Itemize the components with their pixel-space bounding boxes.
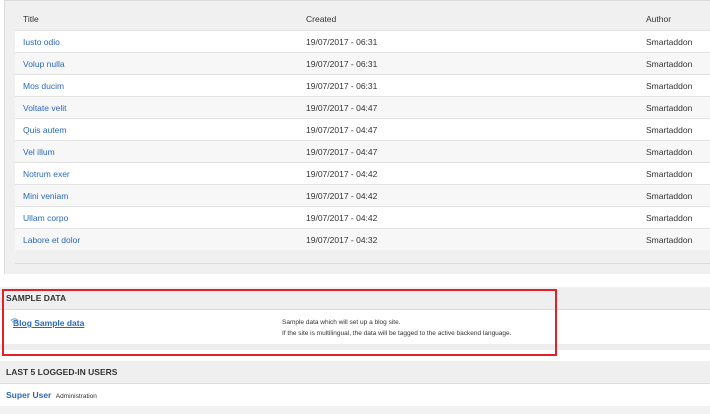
user-row: Super User Administration xyxy=(0,384,710,406)
article-title-cell: Labore et dolor xyxy=(15,228,298,250)
column-header-title: Title xyxy=(23,14,39,24)
article-created-cell: 19/07/2017 - 06:31 xyxy=(298,52,638,75)
article-author-cell: Smartaddon xyxy=(638,184,710,207)
table-row: Volup nulla 19/07/2017 - 06:31 Smartaddon xyxy=(15,52,710,75)
logged-in-users-module: LAST 5 LOGGED-IN USERS Super User Admini… xyxy=(0,361,710,415)
article-title-cell: Volup nulla xyxy=(15,52,298,75)
sample-data-heading: SAMPLE DATA xyxy=(0,287,710,310)
table-row: Ullam corpo 19/07/2017 - 04:42 Smartaddon xyxy=(15,206,710,229)
sample-data-desc-line2: If the site is multilingual, the data wi… xyxy=(282,330,512,337)
article-created-cell: 19/07/2017 - 04:42 xyxy=(298,206,638,229)
article-title-cell: Quis autem xyxy=(15,118,298,141)
blog-sample-data-label: Blog Sample data xyxy=(13,318,85,328)
article-title-link[interactable]: Voltate velit xyxy=(23,103,66,113)
table-header-row: Title Created Author xyxy=(15,8,710,31)
user-name-link[interactable]: Super User xyxy=(6,390,51,400)
article-title-link[interactable]: Vel illum xyxy=(23,147,55,157)
sample-data-desc-line1: Sample data which will set up a blog sit… xyxy=(282,319,401,326)
article-created-cell: 19/07/2017 - 04:42 xyxy=(298,162,638,185)
article-author-cell: Smartaddon xyxy=(638,206,710,229)
article-author-cell: Smartaddon xyxy=(638,228,710,250)
blog-sample-data-link[interactable]: Blog Sample data xyxy=(10,318,84,328)
article-author-cell: Smartaddon xyxy=(638,30,710,53)
sample-data-progress-bar xyxy=(0,344,710,350)
table-row: Vel illum 19/07/2017 - 04:47 Smartaddon xyxy=(15,140,710,163)
article-title-cell: Mini veniam xyxy=(15,184,298,207)
article-author-cell: Smartaddon xyxy=(638,52,710,75)
latest-articles-panel: Title Created Author Iusto odio 19/07/201… xyxy=(4,0,710,274)
article-author-cell: Smartaddon xyxy=(638,74,710,97)
article-created-cell: 19/07/2017 - 04:42 xyxy=(298,184,638,207)
article-created-cell: 19/07/2017 - 04:32 xyxy=(298,228,638,250)
sample-data-module: SAMPLE DATA Blog Sample data Sample data… xyxy=(0,287,710,357)
sample-data-description: Sample data which will set up a blog sit… xyxy=(282,317,511,339)
table-row: Voltate velit 19/07/2017 - 04:47 Smartaddo… xyxy=(15,96,710,119)
article-title-link[interactable]: Volup nulla xyxy=(23,59,65,69)
table-row: Notrum exer 19/07/2017 - 04:42 Smartaddon xyxy=(15,162,710,185)
article-title-link[interactable]: Labore et dolor xyxy=(23,235,80,245)
table-row: Mos ducim 19/07/2017 - 06:31 Smartaddon xyxy=(15,74,710,97)
article-title-cell: Mos ducim xyxy=(15,74,298,97)
article-title-cell: Ullam corpo xyxy=(15,206,298,229)
article-title-link[interactable]: Notrum exer xyxy=(23,169,70,179)
user-role: Administration xyxy=(55,393,97,400)
users-heading: LAST 5 LOGGED-IN USERS xyxy=(0,361,710,384)
article-created-cell: 19/07/2017 - 04:47 xyxy=(298,96,638,119)
article-title-cell: Notrum exer xyxy=(15,162,298,185)
article-author-cell: Smartaddon xyxy=(638,140,710,163)
table-row: Mini veniam 19/07/2017 - 04:42 Smartaddon xyxy=(15,184,710,207)
article-title-link[interactable]: Quis autem xyxy=(23,125,66,135)
table-footer-divider xyxy=(15,263,710,264)
sample-data-row: Blog Sample data Sample data which will … xyxy=(0,310,710,342)
column-header-created: Created xyxy=(306,14,337,24)
article-author-cell: Smartaddon xyxy=(638,162,710,185)
article-created-cell: 19/07/2017 - 04:47 xyxy=(298,118,638,141)
article-author-cell: Smartaddon xyxy=(638,118,710,141)
article-created-cell: 19/07/2017 - 04:47 xyxy=(298,140,638,163)
table-row: Quis autem 19/07/2017 - 04:47 Smartaddon xyxy=(15,118,710,141)
article-title-cell: Voltate velit xyxy=(15,96,298,119)
wifi-icon xyxy=(10,317,19,328)
article-created-cell: 19/07/2017 - 06:31 xyxy=(298,74,638,97)
article-title-link[interactable]: Mini veniam xyxy=(23,191,68,201)
article-title-link[interactable]: Mos ducim xyxy=(23,81,64,91)
article-title-cell: Iusto odio xyxy=(15,30,298,53)
column-header-author: Author xyxy=(646,14,672,24)
table-row: Iusto odio 19/07/2017 - 06:31 Smartaddon xyxy=(15,30,710,53)
article-author-cell: Smartaddon xyxy=(638,96,710,119)
table-row: Labore et dolor 19/07/2017 - 04:32 Smartad… xyxy=(15,228,710,250)
article-title-link[interactable]: Iusto odio xyxy=(23,37,60,47)
articles-table: Title Created Author Iusto odio 19/07/201… xyxy=(15,8,710,250)
article-created-cell: 19/07/2017 - 06:31 xyxy=(298,30,638,53)
users-footer-bar xyxy=(0,406,710,414)
article-title-link[interactable]: Ullam corpo xyxy=(23,213,68,223)
article-title-cell: Vel illum xyxy=(15,140,298,163)
